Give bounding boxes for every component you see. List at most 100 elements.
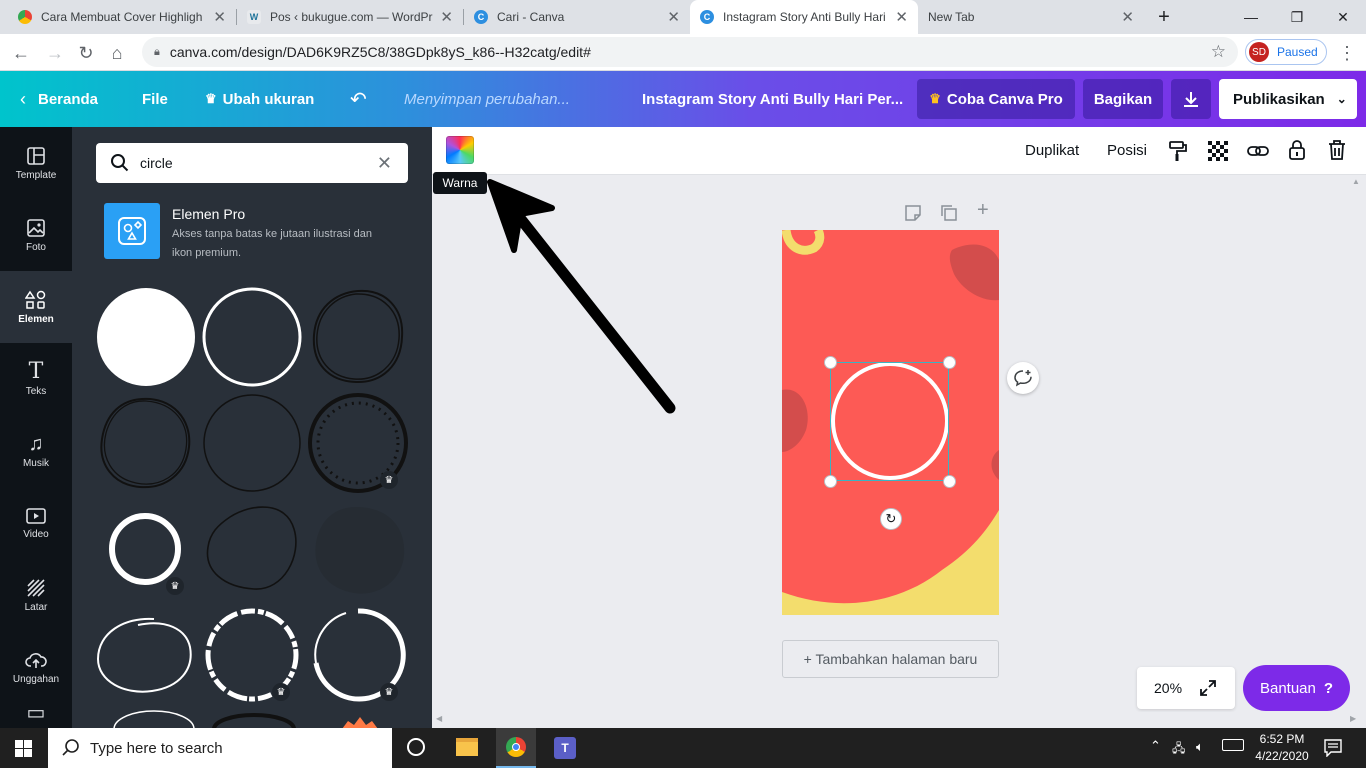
rail-item-music[interactable]: ♫ Musik	[0, 415, 72, 487]
rail-item-text[interactable]: T Teks	[0, 343, 72, 415]
lock-icon[interactable]	[1288, 139, 1306, 161]
element-dark-blob[interactable]	[306, 497, 410, 601]
crown-icon: ♛	[205, 91, 217, 106]
color-swatch-button[interactable]	[446, 136, 474, 164]
file-explorer-icon[interactable]	[456, 738, 478, 756]
home-icon[interactable]: ⌂	[104, 40, 130, 66]
close-icon[interactable]: ✕	[895, 8, 908, 26]
resize-handle[interactable]	[943, 356, 956, 369]
element-row-partial[interactable]	[94, 709, 410, 728]
resize-handle[interactable]	[943, 475, 956, 488]
bookmark-star-icon[interactable]: ☆	[1211, 42, 1226, 62]
teams-icon[interactable]: T	[554, 737, 576, 759]
resize-button[interactable]: ♛ Ubah ukuran	[205, 71, 314, 127]
rail-item-background[interactable]: Latar	[0, 559, 72, 631]
browser-tab-active[interactable]: C Instagram Story Anti Bully Hari ✕	[690, 0, 918, 34]
clock[interactable]: 6:52 PM 4/22/2020	[1252, 731, 1312, 765]
browser-tab[interactable]: New Tab ✕	[918, 0, 1144, 34]
new-tab-button[interactable]: +	[1146, 0, 1182, 34]
pro-elements-title: Elemen Pro	[172, 206, 246, 222]
tray-chevron-up-icon[interactable]: ⌃	[1150, 738, 1161, 754]
clear-search-icon[interactable]: ✕	[377, 153, 392, 174]
reload-button[interactable]: ↻	[73, 40, 99, 66]
forward-button[interactable]: →	[42, 40, 68, 66]
rotate-icon: ↻	[885, 511, 897, 526]
avatar: SD	[1249, 42, 1269, 62]
maximize-button[interactable]: ❐	[1274, 0, 1320, 34]
collapse-panel-button[interactable]	[420, 389, 432, 469]
home-button[interactable]: ‹ Beranda	[20, 71, 98, 127]
duplicate-button[interactable]: Duplikat	[1025, 142, 1079, 159]
undo-icon[interactable]: ↶	[350, 71, 367, 127]
zoom-control[interactable]: 20%	[1137, 667, 1235, 709]
element-filled-circle[interactable]	[94, 285, 198, 389]
add-page-icon[interactable]: +	[977, 199, 989, 222]
pro-elements-banner[interactable]: Elemen Pro Akses tanpa batas ke jutaan i…	[104, 203, 414, 263]
profile-button[interactable]: SD Paused	[1245, 39, 1327, 65]
transparency-icon[interactable]	[1208, 141, 1228, 161]
file-menu[interactable]: File	[142, 71, 168, 127]
element-outline-circle[interactable]	[200, 285, 304, 389]
help-button[interactable]: Bantuan ?	[1243, 665, 1350, 711]
zoom-level: 20%	[1154, 680, 1183, 696]
search-input[interactable]: circle ✕	[96, 143, 408, 183]
scroll-left-icon[interactable]: ◀	[436, 714, 442, 723]
rail-item-template[interactable]: Template	[0, 127, 72, 199]
add-comment-button[interactable]	[1007, 362, 1039, 394]
browser-tab[interactable]: Cara Membuat Cover Highligh ✕	[8, 0, 236, 34]
rotate-handle[interactable]: ↻	[880, 508, 902, 530]
trash-icon[interactable]	[1328, 139, 1346, 161]
url-field[interactable]: 🔒︎ canva.com/design/DAD6K9RZ5C8/38GDpk8y…	[142, 37, 1238, 67]
document-title[interactable]: Instagram Story Anti Bully Hari Per...	[642, 71, 903, 127]
element-blob-outline[interactable]	[200, 497, 304, 601]
close-icon[interactable]: ✕	[213, 8, 226, 26]
browser-tab-bar: Cara Membuat Cover Highligh ✕ W Pos ‹ bu…	[0, 0, 1366, 34]
copy-page-icon[interactable]	[940, 204, 958, 222]
rail-item-elements[interactable]: Elemen	[0, 271, 72, 343]
close-icon[interactable]: ✕	[1121, 8, 1134, 26]
taskbar-search-box[interactable]: Type here to search	[48, 728, 392, 768]
share-button[interactable]: Bagikan	[1083, 79, 1163, 119]
element-hand-drawn-circle[interactable]	[94, 603, 198, 707]
rail-item-video[interactable]: Video	[0, 487, 72, 559]
close-icon[interactable]: ✕	[440, 8, 453, 26]
windows-start-icon[interactable]	[15, 740, 32, 757]
element-thin-circle[interactable]	[200, 391, 304, 495]
publish-button[interactable]: Publikasikan ⌄	[1219, 79, 1357, 119]
music-icon: ♫	[28, 432, 44, 455]
minimize-button[interactable]: —	[1228, 0, 1274, 34]
close-icon[interactable]: ✕	[667, 8, 680, 26]
selection-frame[interactable]	[830, 362, 949, 481]
resize-handle[interactable]	[824, 356, 837, 369]
network-icon[interactable]: 🖧︎	[1172, 739, 1185, 760]
volume-icon[interactable]: 🔈︎	[1196, 739, 1204, 755]
position-button[interactable]: Posisi	[1107, 142, 1147, 159]
rail-item-photo[interactable]: Foto	[0, 199, 72, 271]
horizontal-scrollbar[interactable]: ◀ ▶	[432, 712, 1366, 728]
back-button[interactable]: ←	[8, 40, 34, 66]
element-sketch-circle[interactable]	[306, 285, 410, 389]
browser-tab[interactable]: W Pos ‹ bukugue.com — WordPr ✕	[237, 0, 463, 34]
element-sketch-circle[interactable]	[94, 391, 198, 495]
try-pro-button[interactable]: ♛ Coba Canva Pro	[917, 79, 1075, 119]
scroll-up-icon[interactable]: ▲	[1352, 177, 1360, 186]
side-rail: Template Foto Elemen T Teks ♫ Musik Vide…	[0, 127, 72, 728]
menu-dots-icon[interactable]: ⋮	[1334, 40, 1360, 66]
close-window-button[interactable]: ✕	[1320, 0, 1366, 34]
chrome-taskbar-icon[interactable]	[496, 728, 536, 768]
keyboard-icon[interactable]	[1222, 739, 1244, 751]
notification-icon[interactable]	[1324, 739, 1342, 757]
video-icon	[26, 507, 46, 524]
download-button[interactable]	[1171, 79, 1211, 119]
paint-roller-icon[interactable]	[1168, 140, 1188, 162]
task-view-icon[interactable]	[407, 738, 425, 756]
tab-title: Cara Membuat Cover Highligh	[41, 10, 203, 24]
browser-tab[interactable]: C Cari - Canva ✕	[464, 0, 690, 34]
rail-item-upload[interactable]: Unggahan	[0, 631, 72, 703]
add-new-page-button[interactable]: + Tambahkan halaman baru	[782, 640, 999, 678]
scroll-right-icon[interactable]: ▶	[1350, 714, 1356, 723]
link-icon[interactable]	[1247, 141, 1269, 161]
resize-handle[interactable]	[824, 475, 837, 488]
fullscreen-icon[interactable]	[1199, 679, 1217, 697]
note-icon[interactable]	[904, 204, 922, 222]
